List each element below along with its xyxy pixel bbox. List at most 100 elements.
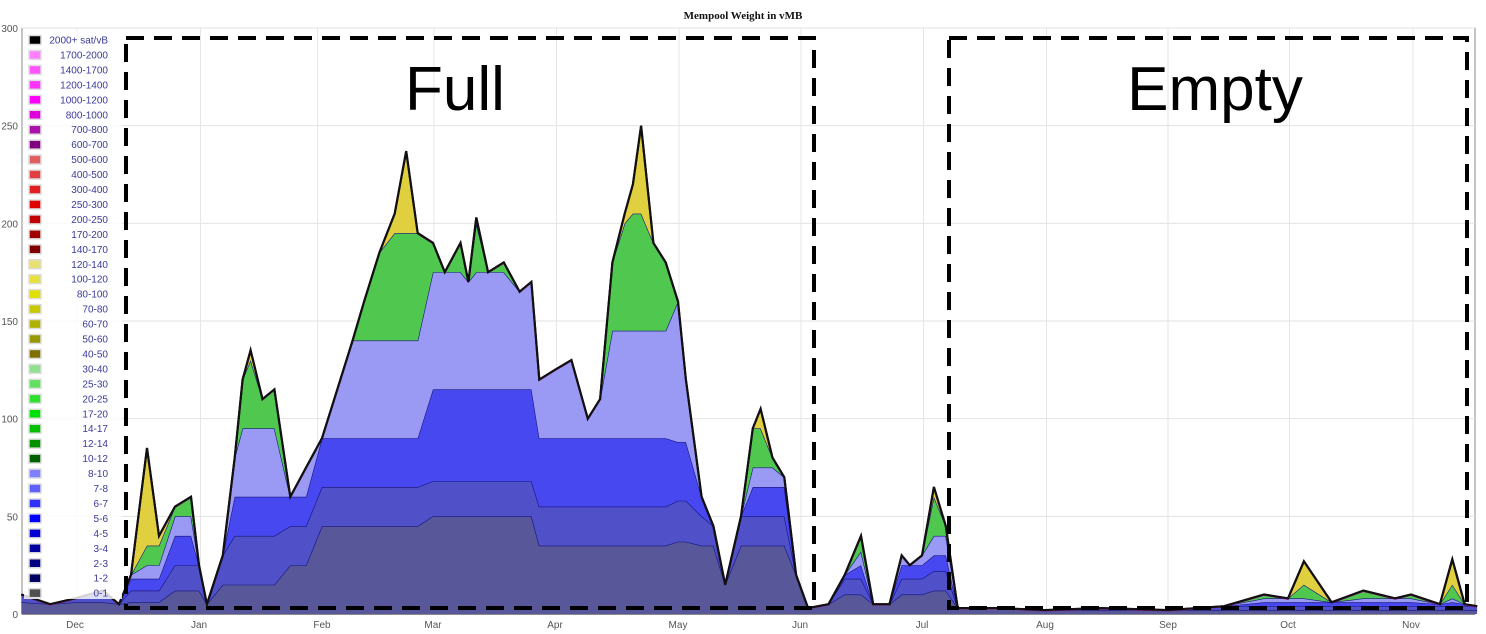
legend-swatch <box>28 184 42 195</box>
legend-label: 100-120 <box>71 275 108 286</box>
legend-swatch <box>28 528 42 539</box>
y-tick-label: 250 <box>1 122 18 133</box>
legend-label: 50-60 <box>82 335 108 346</box>
x-tick-label: Jan <box>191 620 207 631</box>
x-tick-label: Dec <box>66 620 84 631</box>
legend-swatch <box>28 558 42 569</box>
legend-swatch <box>28 483 42 494</box>
legend-swatch <box>28 79 42 91</box>
y-tick-label: 0 <box>12 610 18 621</box>
legend-swatch <box>28 498 42 509</box>
legend-swatch <box>28 572 42 584</box>
legend-swatch <box>28 229 42 240</box>
x-tick-label: Aug <box>1036 620 1054 631</box>
legend-label: 500-600 <box>71 155 108 166</box>
legend-label: 1200-1400 <box>60 80 108 91</box>
legend-swatch <box>28 214 42 225</box>
legend-swatch <box>28 154 42 165</box>
y-tick-label: 100 <box>1 415 18 426</box>
x-tick-label: Nov <box>1402 620 1420 631</box>
legend-swatch <box>28 318 42 330</box>
y-tick-label: 150 <box>1 317 18 328</box>
legend-swatch <box>28 244 42 255</box>
x-tick-label: Mar <box>424 620 442 631</box>
y-axis: 0 50 100 150 200 250 300 <box>1 24 18 621</box>
legend-swatch <box>28 49 42 61</box>
legend-label: 700-800 <box>71 125 108 136</box>
legend-swatch <box>28 513 42 524</box>
legend-label: 600-700 <box>71 140 108 151</box>
legend-swatch <box>28 378 42 390</box>
x-tick-label: Feb <box>313 620 331 631</box>
legend-swatch <box>28 453 42 464</box>
legend-swatch <box>28 423 42 434</box>
legend-label: 120-140 <box>71 260 108 271</box>
legend-swatch <box>28 139 42 150</box>
mempool-chart: Mempool Weight in vMB 0 50 100 150 200 250 300… <box>1 10 1478 631</box>
legend-label: 10-12 <box>82 454 108 465</box>
legend-swatch <box>28 468 42 479</box>
y-tick-label: 200 <box>1 219 18 230</box>
legend-swatch <box>28 169 42 180</box>
legend-label: 1-2 <box>94 574 109 585</box>
legend: 2000+ sat/vB 1700-2000 1400-1700 1200-1400 1… <box>24 31 122 600</box>
legend-label: 1000-1200 <box>60 95 108 106</box>
y-tick-label: 300 <box>1 24 18 35</box>
x-tick-label: Apr <box>547 620 563 631</box>
legend-label: 3-4 <box>94 544 109 555</box>
legend-swatch <box>28 259 42 270</box>
legend-swatch <box>28 587 42 599</box>
legend-label: 300-400 <box>71 185 108 196</box>
x-tick-label: Oct <box>1280 620 1296 631</box>
legend-label: 200-250 <box>71 215 108 226</box>
legend-swatch <box>28 303 42 315</box>
legend-label: 17-20 <box>82 409 108 420</box>
legend-label: 60-70 <box>82 320 108 331</box>
legend-swatch <box>28 438 42 449</box>
annotation-label: Empty <box>1127 55 1303 124</box>
legend-label: 25-30 <box>82 379 108 390</box>
legend-label: 140-170 <box>71 245 108 256</box>
legend-swatch <box>28 288 42 300</box>
legend-label: 20-25 <box>82 394 108 405</box>
legend-swatch <box>28 199 42 210</box>
y-tick-label: 50 <box>7 512 19 523</box>
legend-label: 0-1 <box>94 589 109 600</box>
legend-label: 14-17 <box>82 424 108 435</box>
x-tick-label: Sep <box>1159 620 1177 631</box>
legend-swatch <box>28 363 42 375</box>
legend-label: 7-8 <box>94 484 109 495</box>
chart-title: Mempool Weight in vMB <box>684 10 803 22</box>
legend-swatch <box>28 393 42 405</box>
legend-swatch <box>28 333 42 345</box>
x-axis: Dec Jan Feb Mar Apr May Jun Jul Aug Sep Oct Nov <box>66 620 1420 631</box>
legend-swatch <box>28 124 42 135</box>
legend-label: 400-500 <box>71 170 108 181</box>
legend-label: 12-14 <box>82 439 108 450</box>
legend-label: 1400-1700 <box>60 65 108 76</box>
legend-label: 80-100 <box>77 290 109 301</box>
legend-label: 6-7 <box>94 499 109 510</box>
legend-swatch <box>28 348 42 360</box>
legend-swatch <box>28 34 42 46</box>
legend-label: 40-50 <box>82 349 108 360</box>
legend-swatch <box>28 543 42 554</box>
legend-label: 250-300 <box>71 200 108 211</box>
legend-swatch <box>28 94 42 106</box>
legend-label: 70-80 <box>82 305 108 316</box>
x-tick-label: Jul <box>916 620 929 631</box>
legend-swatch <box>28 273 42 285</box>
legend-swatch <box>28 109 42 120</box>
annotation-label: Full <box>405 55 505 124</box>
legend-swatch <box>28 64 42 76</box>
legend-label: 800-1000 <box>66 110 109 121</box>
legend-swatch <box>28 408 42 419</box>
legend-label: 8-10 <box>88 469 108 480</box>
legend-label: 2-3 <box>94 559 109 570</box>
legend-label: 170-200 <box>71 230 108 241</box>
x-tick-label: May <box>669 620 688 631</box>
legend-label: 5-6 <box>94 514 109 525</box>
legend-label: 30-40 <box>82 364 108 375</box>
x-tick-label: Jun <box>792 620 808 631</box>
legend-label: 4-5 <box>94 529 109 540</box>
